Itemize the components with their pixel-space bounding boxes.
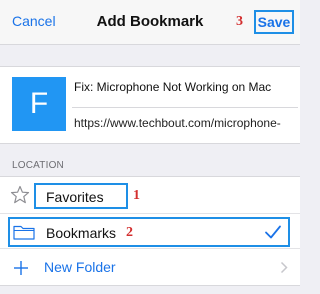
folder-icon: [13, 224, 35, 245]
checkmark-icon: [264, 224, 282, 245]
favorites-highlight: Favorites: [34, 183, 128, 209]
save-button-label: Save: [257, 14, 291, 30]
step-marker-2: 2: [126, 225, 133, 240]
location-item-bookmarks[interactable]: Bookmarks 2: [0, 213, 300, 249]
navigation-bar: Cancel Add Bookmark 3 Save: [0, 0, 300, 45]
new-folder-button[interactable]: New Folder: [0, 249, 300, 285]
new-folder-label: New Folder: [44, 259, 116, 275]
bookmarks-label: Bookmarks: [46, 225, 117, 241]
bookmark-url: https://www.techbout.com/microphone-: [74, 116, 281, 130]
bookmark-url-field: https://www.techbout.com/microphone-: [72, 107, 298, 132]
save-button[interactable]: Save: [254, 10, 294, 34]
location-item-favorites[interactable]: Favorites 1: [0, 177, 300, 213]
chevron-right-icon: [280, 261, 288, 279]
favorites-label: Favorites: [46, 189, 104, 205]
favicon: F: [12, 77, 66, 131]
plus-icon: [12, 259, 30, 282]
location-list: Favorites 1 Bookmarks 2 New Folder: [0, 176, 300, 286]
star-icon: [10, 185, 30, 210]
location-section-header: LOCATION: [12, 160, 64, 171]
bookmark-title[interactable]: Fix: Microphone Not Working on Mac: [74, 80, 271, 94]
step-marker-1: 1: [133, 188, 140, 203]
bookmarks-highlight: Bookmarks: [8, 217, 290, 247]
step-marker-3: 3: [236, 14, 243, 29]
bookmark-preview: F Fix: Microphone Not Working on Mac htt…: [0, 66, 300, 144]
